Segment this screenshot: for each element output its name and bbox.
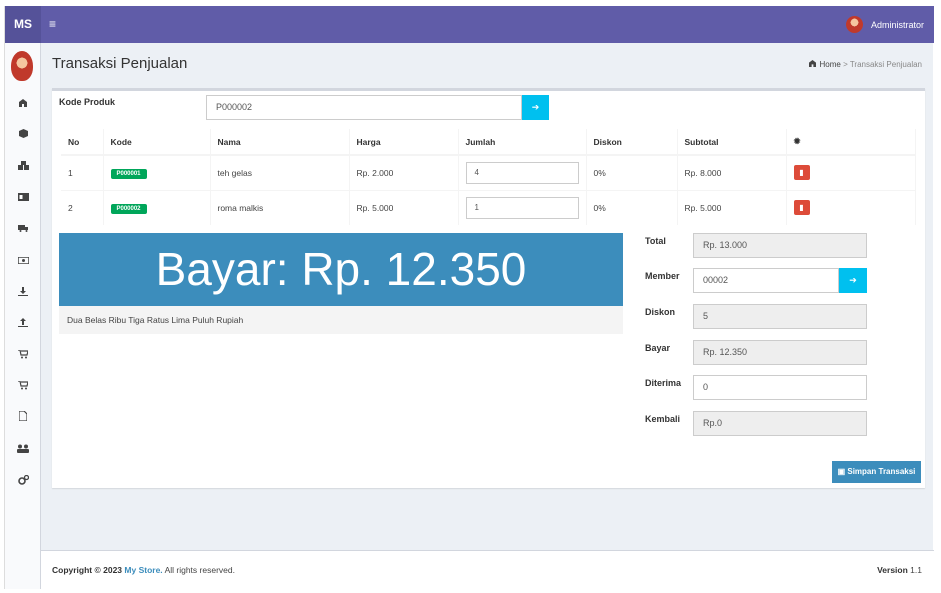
cell-harga: Rp. 2.000 [349,154,459,190]
delete-button[interactable]: ▮ [793,165,810,181]
app-logo[interactable]: MS [5,6,41,43]
col-nama: Nama [210,129,350,156]
kode-produk-input[interactable]: P000002 [206,95,522,120]
bayar-label: Bayar [645,343,671,353]
cell-nama: roma malkis [210,189,350,225]
kode-badge: P000001 [110,168,147,179]
diterima-field[interactable]: 0 [693,375,867,400]
sidebar [5,43,41,589]
cell-action: ▮ [786,189,916,225]
table-header-row: No Kode Nama Harga Jumlah Diskon Subtota… [61,129,916,156]
member-label: Member [645,271,680,281]
save-icon: ▣ [837,467,846,476]
download-icon[interactable] [5,284,41,302]
copyright-prefix: Copyright © 2023 [52,565,123,575]
save-label: Simpan Transaksi [847,467,916,476]
brand-link[interactable]: My Store. [124,565,162,575]
home-icon [808,60,819,69]
user-menu[interactable]: Administrator [845,16,924,33]
breadcrumb-home[interactable]: Home [819,60,840,69]
total-label: Total [645,236,666,246]
cogs-icon[interactable] [5,473,41,491]
upload-icon[interactable] [5,315,41,333]
cart-icon[interactable] [5,378,41,396]
cell-action: ▮ [786,154,916,190]
sidebar-avatar [11,51,33,81]
bayar-field[interactable]: Rp. 12.350 [693,340,867,365]
cell-kode: P000002 [103,189,211,225]
id-card-icon[interactable] [5,189,41,207]
trash-icon: ▮ [799,203,804,213]
users-icon[interactable] [5,441,41,459]
kembali-field[interactable]: Rp.0 [693,411,867,436]
delete-button[interactable]: ▮ [793,200,810,216]
diskon-label: Diskon [645,307,676,317]
table-row: 2 P000002 roma malkis Rp. 5.000 1 0% Rp.… [61,189,916,225]
kode-produk-label: Kode Produk [59,97,116,107]
kode-produk-go-button[interactable]: ➔ [522,95,549,120]
page-title: Transaksi Penjualan [52,55,188,72]
cell-jumlah: 4 [458,154,587,190]
version: Version 1.1 [877,565,922,575]
col-no: No [61,129,104,156]
jumlah-input[interactable]: 4 [465,161,579,184]
user-name: Administrator [870,19,924,30]
gear-icon: ✹ [793,136,801,146]
cell-harga: Rp. 5.000 [349,189,459,225]
arrow-right-icon: ➔ [849,275,857,285]
jumlah-input[interactable]: 1 [465,196,579,219]
col-harga: Harga [349,129,459,156]
truck-icon[interactable] [5,220,41,238]
bayar-display: Bayar: Rp. 12.350 [59,233,623,306]
cell-no: 1 [61,154,104,190]
cell-diskon: 0% [586,189,678,225]
total-field[interactable]: Rp. 13.000 [693,233,867,258]
col-jumlah: Jumlah [458,129,587,156]
footer: Copyright © 2023 My Store. All rights re… [41,550,934,589]
dashboard-icon[interactable] [5,95,41,113]
trash-icon: ▮ [799,168,804,178]
member-field[interactable]: 00002 [693,268,839,293]
cell-subtotal: Rp. 8.000 [677,154,787,190]
cell-no: 2 [61,189,104,225]
cell-nama: teh gelas [210,154,350,190]
menu-toggle-icon[interactable]: ≡ [49,18,56,30]
breadcrumb-current: Transaksi Penjualan [849,60,922,69]
cell-diskon: 0% [586,154,678,190]
app-frame: MS ≡ Administrator Transaksi Penjualan H… [4,6,934,589]
breadcrumb-separator: > [843,60,848,69]
money-icon[interactable] [5,252,41,270]
rights-text: All rights reserved. [164,565,235,575]
user-avatar [845,16,863,33]
cube-icon[interactable] [5,126,41,144]
col-subtotal: Subtotal [677,129,787,156]
kode-badge: P000002 [110,203,147,214]
col-kode: Kode [103,129,211,156]
save-transaction-button[interactable]: ▣ Simpan Transaksi [832,461,921,483]
cell-kode: P000001 [103,154,211,190]
cell-subtotal: Rp. 5.000 [677,189,787,225]
items-table: No Kode Nama Harga Jumlah Diskon Subtota… [61,129,916,225]
diskon-field[interactable]: 5 [693,304,867,329]
breadcrumb: Home > Transaksi Penjualan [808,60,922,69]
cell-jumlah: 1 [458,189,587,225]
arrow-right-icon: ➔ [531,102,540,112]
version-value: 1.1 [910,565,922,575]
cart-icon[interactable] [5,347,41,365]
col-diskon: Diskon [586,129,678,156]
version-label: Version [877,565,908,575]
cubes-icon[interactable] [5,158,41,176]
file-icon[interactable] [5,409,41,427]
top-navbar: MS ≡ Administrator [5,6,934,43]
diterima-label: Diterima [645,378,682,388]
col-action: ✹ [786,129,916,156]
transaction-box: Kode Produk P000002 ➔ No Kode Nama Harga… [52,88,925,488]
kembali-label: Kembali [645,414,681,424]
member-go-button[interactable]: ➔ [839,268,867,293]
table-row: 1 P000001 teh gelas Rp. 2.000 4 0% Rp. 8… [61,154,916,190]
terbilang-text: Dua Belas Ribu Tiga Ratus Lima Puluh Rup… [59,306,623,334]
copyright: Copyright © 2023 My Store. All rights re… [52,565,235,575]
